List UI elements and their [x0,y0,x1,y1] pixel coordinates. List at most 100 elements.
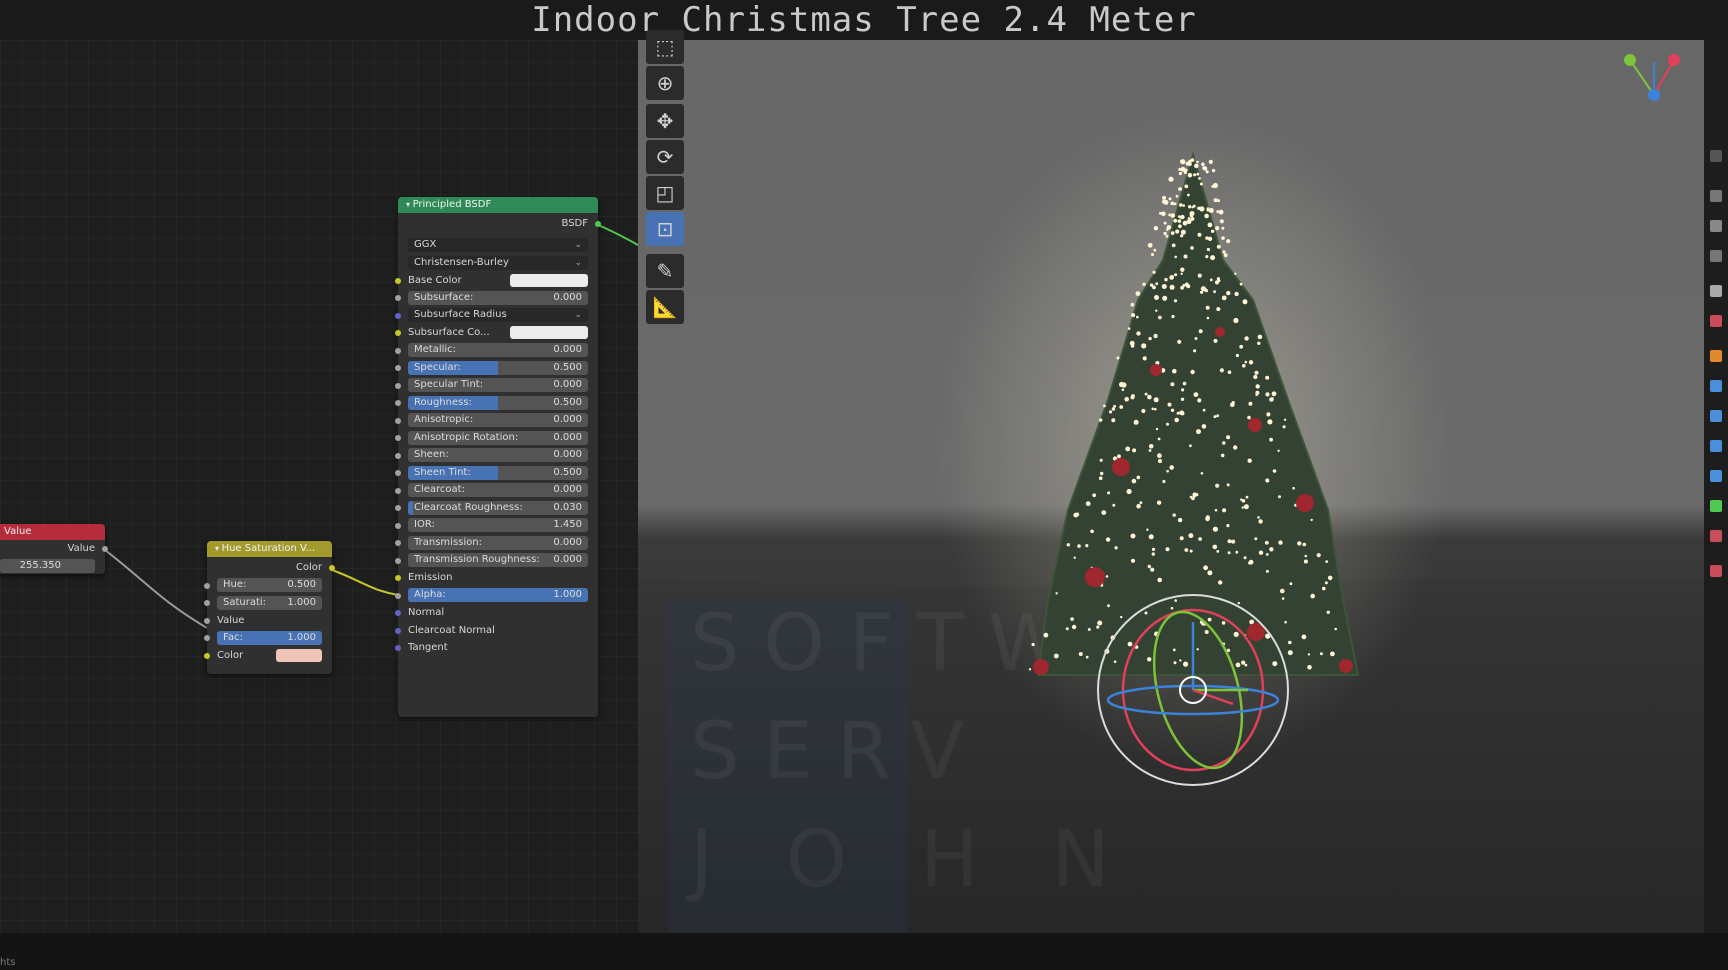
bsdf-color-swatch[interactable] [510,326,588,339]
modifier-tab-icon[interactable] [1710,380,1722,392]
hsv-node-header[interactable]: ▾ Hue Saturation V... [207,541,332,557]
light-bulb [1053,653,1059,659]
object-tab-icon[interactable] [1710,350,1722,362]
bsdf-input-socket[interactable] [395,382,401,389]
particles-tab-icon[interactable] [1710,410,1722,422]
bsdf-input-socket[interactable] [395,627,401,634]
bsdf-input-socket[interactable] [395,400,401,406]
rotate-tool-button[interactable]: ⟳ [646,140,684,174]
bsdf-input-socket[interactable] [395,575,401,581]
bsdf-input-socket[interactable] [395,417,401,424]
bsdf-node-header[interactable]: ▾ Principled BSDF [398,197,598,213]
bsdf-input-socket[interactable] [395,540,401,546]
bsdf-number-field[interactable]: Clearcoat: 0.000 [408,483,588,497]
light-bulb [1066,543,1070,547]
bsdf-number-field[interactable]: Metallic: 0.000 [408,343,588,357]
select-tool-button[interactable]: ⬚ [646,30,684,64]
hue-saturation-node[interactable]: ▾ Hue Saturation V... Color Hue: 0.500 S… [204,541,335,674]
bsdf-input-socket[interactable] [395,470,401,476]
bsdf-input-socket[interactable] [395,277,401,284]
bsdf-input-socket[interactable] [395,347,401,354]
light-bulb [1254,537,1258,541]
tool-tab-icon[interactable] [1710,150,1722,162]
move-tool-button[interactable]: ✥ [646,104,684,138]
world-tab-icon[interactable] [1710,315,1722,327]
bsdf-input-socket[interactable] [395,365,401,371]
annotate-tool-button[interactable]: ✎ [646,254,684,288]
hsv-fac-row: Fac: 1.000 [204,629,332,647]
bsdf-number-field[interactable]: Clearcoat Roughness: 0.030 [408,500,588,515]
render-tab-icon[interactable] [1710,190,1722,202]
bsdf-number-field[interactable]: Transmission: 0.000 [408,535,588,550]
hsv-color-swatch[interactable] [276,648,322,662]
bsdf-input-socket[interactable] [395,557,401,564]
bsdf-input-socket[interactable] [395,645,401,651]
chevron-down-icon: ⌄ [574,240,582,250]
bsdf-number-field[interactable]: Subsurface: 0.000 [408,290,588,305]
bsdf-number-field[interactable]: Sheen: 0.000 [408,448,588,462]
bsdf-dropdown[interactable]: Subsurface Radius ⌄ [408,308,588,322]
bsdf-number-field[interactable]: Roughness: 0.500 [408,395,588,410]
bsdf-input-socket[interactable] [395,505,401,511]
hsv-saturation-socket[interactable] [204,600,210,606]
bsdf-color-swatch[interactable] [510,273,588,287]
bsdf-output-socket[interactable] [595,221,601,227]
light-bulb [1211,185,1215,188]
bsdf-number-field[interactable]: Anisotropic: 0.000 [408,413,588,427]
hsv-value-socket[interactable] [204,617,210,624]
value-node[interactable]: Value Value 255.350 [0,524,108,574]
bsdf-input-socket[interactable] [395,330,401,336]
light-bulb [1281,597,1285,600]
bsdf-input-socket[interactable] [395,487,401,494]
principled-bsdf-node[interactable]: ▾ Principled BSDF BSDF GGX ⌄ Christensen… [395,197,601,717]
hsv-saturation-field[interactable]: Saturati: 1.000 [217,595,322,610]
christmas-tree-render[interactable] [638,40,1704,933]
physics-tab-icon[interactable] [1710,440,1722,452]
light-bulb [1175,229,1180,234]
bsdf-number-field[interactable]: Anisotropic Rotation: 0.000 [408,430,588,445]
transform-tool-button[interactable]: ⊡ [646,212,684,246]
bsdf-number-field[interactable]: Alpha: 1.000 [408,588,588,602]
hsv-hue-field[interactable]: Hue: 0.500 [217,578,322,592]
navigation-gizmo[interactable] [1624,54,1680,101]
light-bulb [1055,592,1058,595]
hsv-fac-socket[interactable] [204,635,210,641]
light-bulb [1198,329,1203,334]
bsdf-input-socket[interactable] [395,452,401,459]
bsdf-input-socket[interactable] [395,610,401,616]
bsdf-input-socket[interactable] [395,522,401,529]
bsdf-input-socket[interactable] [395,435,401,441]
bsdf-distribution-dropdown[interactable]: GGX ⌄ [408,238,588,252]
light-bulb [1130,344,1135,348]
bsdf-number-field[interactable]: Specular: 0.500 [408,360,588,375]
bsdf-number-field[interactable]: Specular Tint: 0.000 [408,378,588,392]
bsdf-input-socket[interactable] [395,592,401,599]
node-editor[interactable]: Value Value 255.350 ▾ Hue Saturation V..… [0,40,638,933]
bsdf-field-value: 0.000 [553,431,582,443]
value-output-socket[interactable] [102,546,108,552]
hsv-color-socket[interactable] [204,652,210,659]
bsdf-input-socket[interactable] [395,295,401,301]
texture-tab-icon[interactable] [1710,565,1722,577]
bsdf-number-field[interactable]: Transmission Roughness: 0.000 [408,553,588,567]
3d-viewport[interactable]: SOFTW SERV J O H N [638,40,1704,933]
scale-tool-button[interactable]: ◰ [646,176,684,210]
hsv-fac-field[interactable]: Fac: 1.000 [217,630,322,645]
cursor-tool-button[interactable]: ⊕ [646,66,684,100]
view-layer-tab-icon[interactable] [1710,250,1722,262]
select-tool-icon: ⬚ [655,35,675,59]
measure-tool-button[interactable]: 📐 [646,290,684,324]
output-tab-icon[interactable] [1710,220,1722,232]
bsdf-number-field[interactable]: IOR: 1.450 [408,518,588,532]
scene-tab-icon[interactable] [1710,285,1722,297]
bsdf-subsurface-method-dropdown[interactable]: Christensen-Burley ⌄ [408,255,588,270]
data-tab-icon[interactable] [1710,500,1722,512]
bsdf-number-field[interactable]: Sheen Tint: 0.500 [408,465,588,480]
hsv-hue-socket[interactable] [204,582,210,589]
bsdf-input-socket[interactable] [395,312,401,319]
constraints-tab-icon[interactable] [1710,470,1722,482]
value-number-field[interactable]: 255.350 [0,559,95,573]
hsv-output-socket[interactable] [329,565,335,571]
value-node-header[interactable]: Value [0,524,105,540]
material-tab-icon[interactable] [1710,530,1722,542]
